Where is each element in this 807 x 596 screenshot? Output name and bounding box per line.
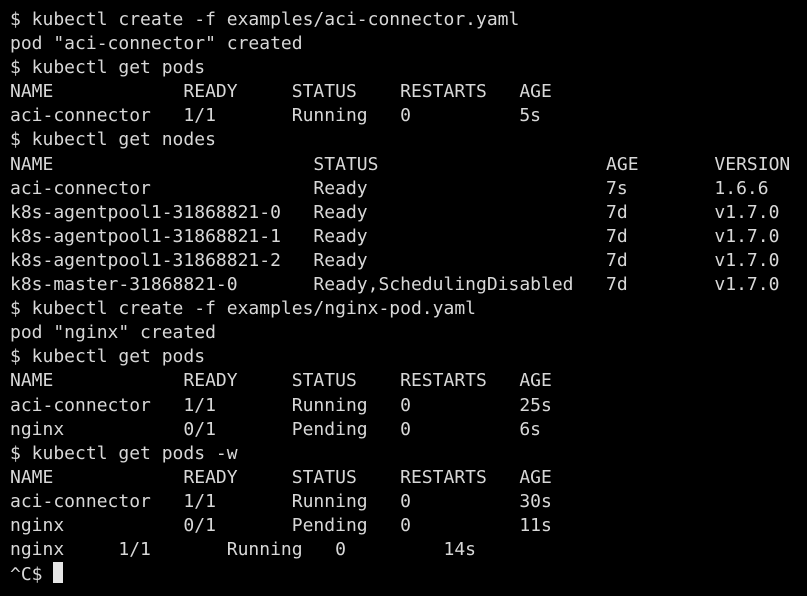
terminal-window[interactable]: $ kubectl create -f examples/aci-connect… (0, 0, 807, 596)
prompt-line[interactable]: ^C$ (10, 562, 807, 586)
terminal-line: nginx 0/1 Pending 0 6s (10, 418, 542, 440)
terminal-line: $ kubectl create -f examples/nginx-pod.y… (10, 298, 476, 320)
terminal-line: k8s-master-31868821-0 Ready,SchedulingDi… (10, 274, 780, 296)
terminal-line: k8s-agentpool1-31868821-1 Ready 7d v1.7.… (10, 225, 780, 247)
terminal-line: aci-connector 1/1 Running 0 25s (10, 394, 552, 416)
terminal-line: $ kubectl create -f examples/aci-connect… (10, 9, 520, 30)
terminal-line: $ kubectl get pods -w (10, 442, 238, 464)
terminal-line: NAME READY STATUS RESTARTS AGE (10, 81, 552, 103)
terminal-line: aci-connector 1/1 Running 0 5s (10, 105, 542, 127)
shell-prompt: ^C$ (10, 564, 54, 586)
terminal-line: k8s-agentpool1-31868821-0 Ready 7d v1.7.… (10, 201, 780, 223)
terminal-line: aci-connector 1/1 Running 0 30s (10, 490, 552, 512)
terminal-line: $ kubectl get pods (10, 57, 206, 79)
terminal-line: k8s-agentpool1-31868821-2 Ready 7d v1.7.… (10, 249, 780, 271)
terminal-line: $ kubectl get pods (10, 346, 206, 368)
terminal-line: NAME READY STATUS RESTARTS AGE (10, 370, 552, 392)
terminal-line: NAME READY STATUS RESTARTS AGE (10, 466, 552, 488)
terminal-line: pod "aci-connector" created (10, 33, 303, 55)
text-cursor (53, 562, 64, 584)
terminal-line: aci-connector Ready 7s 1.6.6 (10, 177, 769, 199)
terminal-line: nginx 1/1 Running 0 14s (10, 539, 476, 561)
terminal-line: NAME STATUS AGE VERSION (10, 153, 791, 175)
terminal-line: pod "nginx" created (10, 322, 216, 344)
terminal-line: nginx 0/1 Pending 0 11s (10, 514, 552, 536)
terminal-line: $ kubectl get nodes (10, 129, 216, 151)
